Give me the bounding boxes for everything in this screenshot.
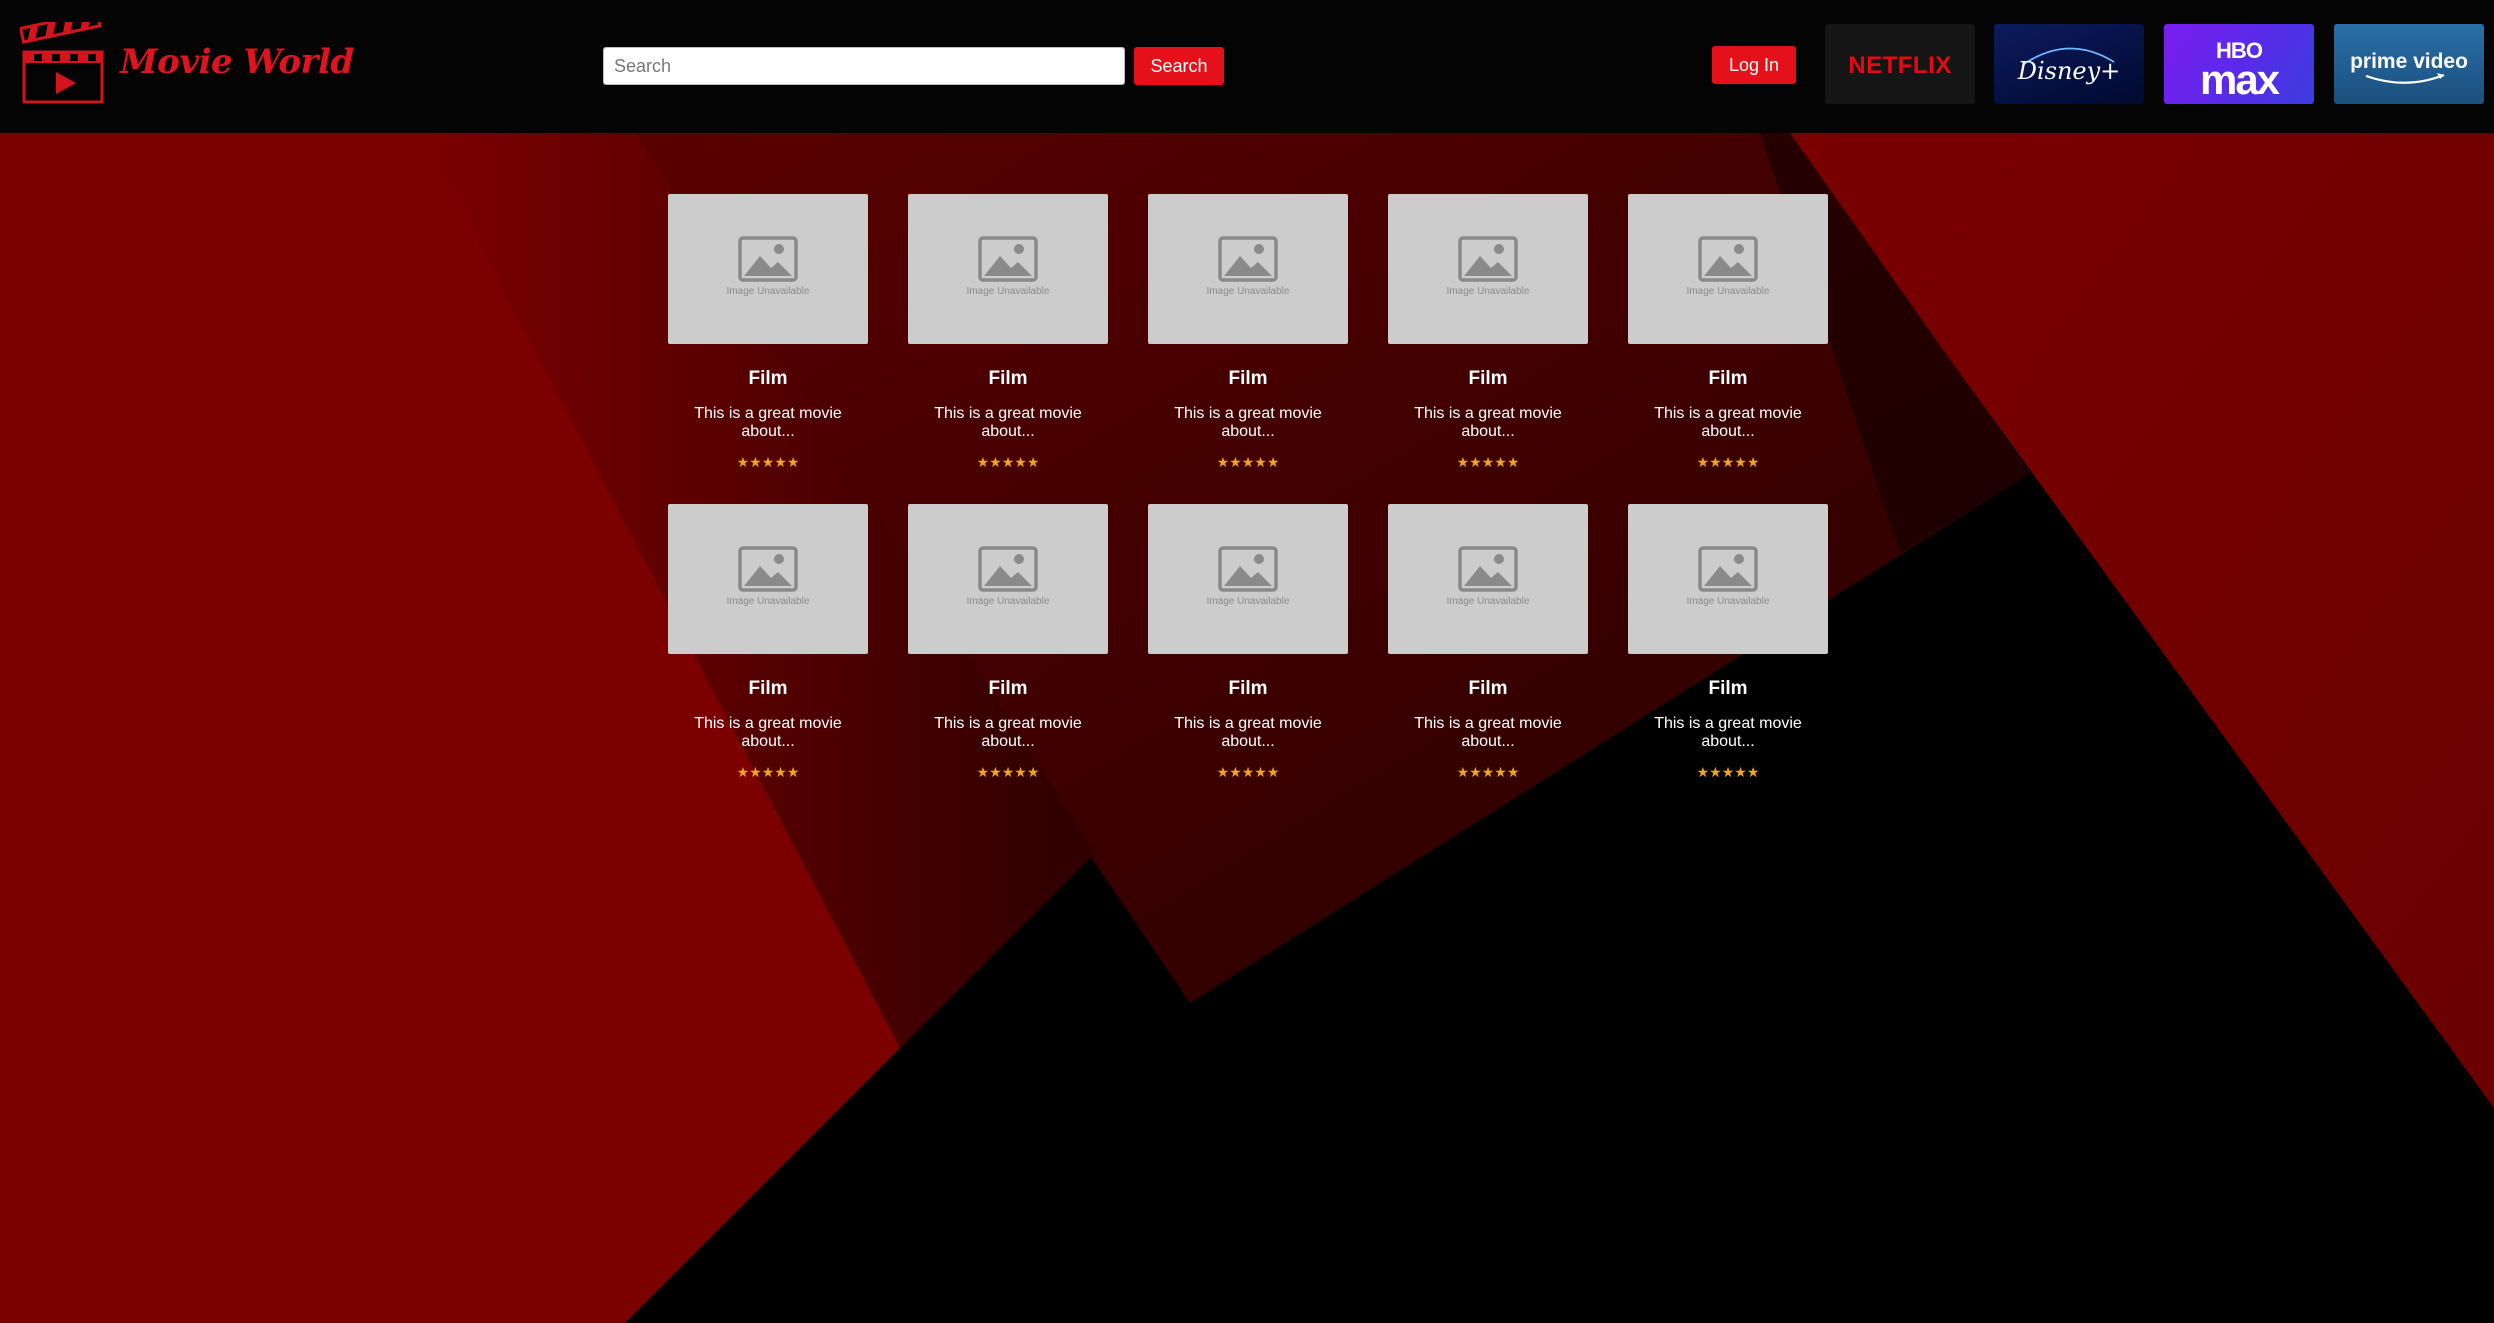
top-navbar: Movie World Search Log In NETFLIX Disney… [0,0,2494,133]
movie-description: This is a great movie about... [1174,715,1322,750]
movie-grid: Image Unavailable Film This is a great m… [668,194,1830,780]
movie-card[interactable]: Image Unavailable Film This is a great m… [668,194,868,470]
movie-description: This is a great movie about... [1414,715,1562,750]
disney-plus-label: Disney+ [2017,57,2121,85]
image-placeholder-icon [1218,236,1278,282]
movie-card[interactable]: Image Unavailable Film This is a great m… [1628,194,1828,470]
movie-description: This is a great movie about... [1654,715,1802,750]
movie-description: This is a great movie about... [1414,405,1562,440]
hbo-max-logo: HBO max [2200,38,2283,103]
movie-card[interactable]: Image Unavailable Film This is a great m… [1628,504,1828,780]
image-placeholder-icon [1218,546,1278,592]
image-placeholder-icon [978,236,1038,282]
image-unavailable-text: Image Unavailable [1686,286,1770,297]
image-unavailable-text: Image Unavailable [1206,596,1290,607]
image-unavailable-text: Image Unavailable [1446,286,1530,297]
movie-thumbnail[interactable]: Image Unavailable [668,504,868,654]
max-label: max [2200,56,2281,103]
star-rating: ★★★★★ [1456,454,1520,470]
netflix-link[interactable]: NETFLIX [1825,24,1975,104]
image-placeholder-icon [978,546,1038,592]
movie-title[interactable]: Film [1388,678,1588,700]
prime-video-link[interactable]: prime video [2334,24,2484,104]
disney-plus-logo: Disney+ [2017,47,2121,85]
movie-thumbnail[interactable]: Image Unavailable [1628,504,1828,654]
search-input[interactable] [603,47,1125,85]
star-rating: ★★★★★ [1456,764,1520,780]
movie-thumbnail[interactable]: Image Unavailable [908,504,1108,654]
netflix-logo: NETFLIX [1848,52,1952,79]
movie-description: This is a great movie about... [934,405,1082,440]
movie-thumbnail[interactable]: Image Unavailable [1388,194,1588,344]
movie-description: This is a great movie about... [694,715,842,750]
star-rating: ★★★★★ [1696,454,1760,470]
movie-title[interactable]: Film [908,368,1108,390]
hbo-max-link[interactable]: HBO max [2164,24,2314,104]
star-rating: ★★★★★ [976,764,1040,780]
movie-title[interactable]: Film [1148,678,1348,700]
movie-title[interactable]: Film [1628,368,1828,390]
prime-video-logo: prime video [2350,50,2468,84]
login-button[interactable]: Log In [1712,46,1796,84]
image-unavailable-text: Image Unavailable [1206,286,1290,297]
movie-description: This is a great movie about... [694,405,842,440]
prime-video-label: prime video [2350,50,2468,73]
movie-description: This is a great movie about... [934,715,1082,750]
movie-thumbnail[interactable]: Image Unavailable [1388,504,1588,654]
image-unavailable-text: Image Unavailable [726,286,810,297]
image-unavailable-text: Image Unavailable [726,596,810,607]
star-rating: ★★★★★ [1216,764,1280,780]
image-placeholder-icon [738,546,798,592]
movie-thumbnail[interactable]: Image Unavailable [1628,194,1828,344]
movie-thumbnail[interactable]: Image Unavailable [908,194,1108,344]
movie-title[interactable]: Film [1388,368,1588,390]
movie-card[interactable]: Image Unavailable Film This is a great m… [1148,194,1348,470]
movie-title[interactable]: Film [1628,678,1828,700]
movie-card[interactable]: Image Unavailable Film This is a great m… [908,194,1108,470]
movie-description: This is a great movie about... [1174,405,1322,440]
movie-thumbnail[interactable]: Image Unavailable [1148,504,1348,654]
movie-title[interactable]: Film [908,678,1108,700]
image-unavailable-text: Image Unavailable [966,286,1050,297]
movie-title[interactable]: Film [1148,368,1348,390]
star-rating: ★★★★★ [736,454,800,470]
disney-plus-link[interactable]: Disney+ [1994,24,2144,104]
movie-card[interactable]: Image Unavailable Film This is a great m… [1388,504,1588,780]
movie-card[interactable]: Image Unavailable Film This is a great m… [908,504,1108,780]
movie-thumbnail[interactable]: Image Unavailable [1148,194,1348,344]
netflix-label: NETFLIX [1848,52,1952,79]
movie-description: This is a great movie about... [1654,405,1802,440]
image-unavailable-text: Image Unavailable [1686,596,1770,607]
movie-card[interactable]: Image Unavailable Film This is a great m… [668,504,868,780]
image-placeholder-icon [1458,236,1518,282]
star-rating: ★★★★★ [1216,454,1280,470]
image-unavailable-text: Image Unavailable [966,596,1050,607]
image-placeholder-icon [738,236,798,282]
movie-thumbnail[interactable]: Image Unavailable [668,194,868,344]
movie-title[interactable]: Film [668,368,868,390]
star-rating: ★★★★★ [976,454,1040,470]
movie-card[interactable]: Image Unavailable Film This is a great m… [1388,194,1588,470]
image-placeholder-icon [1698,546,1758,592]
star-rating: ★★★★★ [736,764,800,780]
movie-card[interactable]: Image Unavailable Film This is a great m… [1148,504,1348,780]
star-rating: ★★★★★ [1696,764,1760,780]
search-button[interactable]: Search [1134,47,1224,85]
clapperboard-logo-icon[interactable] [20,22,106,104]
brand-name[interactable]: Movie World [120,42,354,82]
image-placeholder-icon [1698,236,1758,282]
movie-title[interactable]: Film [668,678,868,700]
image-placeholder-icon [1458,546,1518,592]
page: Movie World Search Log In NETFLIX Disney… [0,0,2494,1323]
image-unavailable-text: Image Unavailable [1446,596,1530,607]
